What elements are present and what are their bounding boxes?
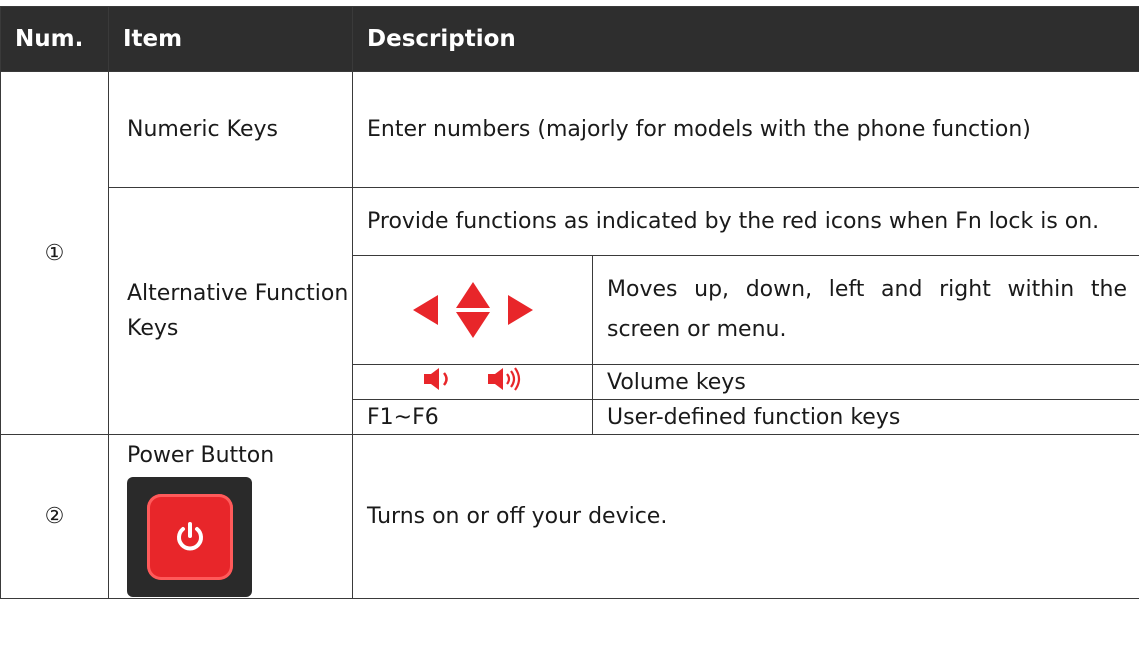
volume-up-icon xyxy=(487,367,520,391)
arrow-right-icon xyxy=(507,295,533,325)
description-numeric-keys: Enter numbers (majorly for models with t… xyxy=(351,71,1139,188)
arrow-left-icon xyxy=(412,295,438,325)
row-number: ② xyxy=(0,434,109,599)
header-row: Num. Item Description xyxy=(0,6,1139,72)
table-row: Alternative Function Keys Provide functi… xyxy=(1,187,1139,435)
table-row: ① Numeric Keys Enter numbers (majorly fo… xyxy=(0,71,1139,435)
arrow-up-icon xyxy=(455,282,490,308)
item-power-button-cell: Power Button xyxy=(108,434,353,599)
header-item: Item xyxy=(108,6,353,72)
arrow-up-down-icon xyxy=(455,282,490,338)
spec-table: Num. Item Description ① Numeric Keys Ent… xyxy=(0,6,1139,599)
description-fkeys: User-defined function keys xyxy=(591,399,1139,435)
arrow-down-icon xyxy=(455,312,490,338)
item-numeric-keys: Numeric Keys xyxy=(108,71,353,188)
fkeys-label: F1~F6 xyxy=(352,399,593,435)
arrow-keys-cell xyxy=(352,255,593,365)
row-number: ① xyxy=(0,71,109,435)
power-icon xyxy=(176,522,203,551)
description-arrow-keys: Moves up, down, left and right within th… xyxy=(591,255,1139,365)
description-alternative-function-keys: Provide functions as indicated by the re… xyxy=(351,187,1139,256)
volume-keys-cell xyxy=(352,364,593,400)
power-button-image xyxy=(127,477,252,597)
item-power-button: Power Button xyxy=(127,443,275,468)
header-description: Description xyxy=(351,6,1139,72)
description-volume-keys: Volume keys xyxy=(591,364,1139,400)
volume-keys-icon xyxy=(423,367,523,391)
header-num: Num. xyxy=(0,6,109,72)
description-power-button: Turns on or off your device. xyxy=(351,434,1139,599)
volume-down-icon xyxy=(423,368,448,390)
table-row: ② Power Button Turns on or off your devi xyxy=(0,434,1139,599)
arrow-keys-icon xyxy=(412,282,533,338)
item-alternative-function-keys: Alternative Function Keys xyxy=(108,187,353,435)
